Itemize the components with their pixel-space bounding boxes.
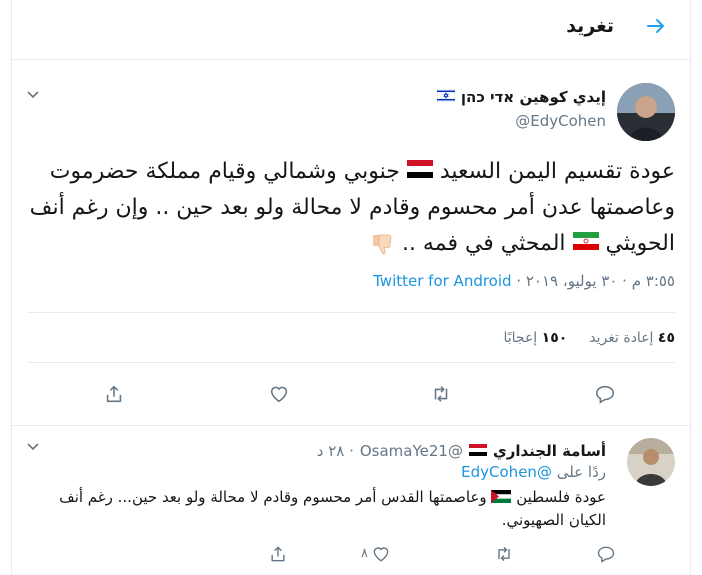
author-name[interactable]: إيدي كوهين אדי כהן	[436, 88, 606, 106]
tweet-stats: ٤٥ إعادة تغريد ١٥٠ إعجابًا	[503, 330, 675, 346]
reply-icon[interactable]	[596, 544, 616, 564]
author-handle[interactable]: @EdyCohen	[515, 112, 606, 130]
yemen-flag-icon	[468, 442, 487, 460]
reply-icon[interactable]	[594, 383, 616, 405]
likes-count: ١٥٠	[541, 330, 568, 346]
tweet-column: تغريد إيدي كوهين אדי כהן @EdyCohen عودة …	[11, 0, 691, 575]
author-name-text: إيدي كوهين אדי כהן	[460, 88, 606, 106]
share-icon[interactable]	[103, 383, 125, 405]
like-heart-icon[interactable]	[371, 544, 391, 564]
page-title: تغريد	[566, 15, 614, 37]
tweet-source-link[interactable]: Twitter for Android	[373, 272, 511, 290]
chevron-down-icon[interactable]	[26, 88, 40, 102]
replying-to-link[interactable]: @EdyCohen	[461, 463, 552, 481]
main-tweet: إيدي كوهين אדי כהן @EdyCohen عودة تقسيم …	[12, 60, 690, 426]
retweets-label: إعادة تغريد	[589, 330, 654, 346]
reply-author-handle[interactable]: @OsamaYe21	[360, 442, 463, 460]
yemen-flag-icon	[406, 154, 433, 190]
reply-timestamp[interactable]: · ٢٨ د	[317, 442, 354, 460]
like-heart-icon[interactable]	[268, 383, 290, 405]
author-avatar[interactable]	[617, 83, 675, 141]
chevron-down-icon[interactable]	[26, 440, 40, 454]
tweet-meta: ٣:٥٥ م · ٣٠ يوليو، ٢٠١٩ · Twitter for An…	[373, 272, 675, 290]
replying-label: ردًا على	[556, 463, 606, 481]
tweet-text-part-3: المحثي في فمه ..	[401, 231, 566, 256]
reply-author-avatar[interactable]	[627, 438, 675, 486]
tweet-text-part-1: عودة تقسيم اليمن السعيد	[439, 159, 675, 184]
reply-likes-count: ٨	[361, 546, 368, 561]
iran-flag-icon	[572, 226, 599, 262]
retweet-icon[interactable]	[494, 544, 514, 564]
reply-tweet[interactable]: أسامة الجنداري @OsamaYe21 · ٢٨ د ردًا عل…	[12, 426, 690, 575]
thumbs-down-icon	[369, 231, 395, 256]
likes-label: إعجابًا	[503, 330, 538, 346]
reply-author-name[interactable]: أسامة الجنداري	[493, 442, 606, 460]
retweet-icon[interactable]	[430, 383, 452, 405]
retweets-count: ٤٥	[657, 330, 675, 346]
retweets-stat[interactable]: ٤٥ إعادة تغريد	[589, 330, 675, 346]
page-header: تغريد	[12, 0, 690, 60]
divider	[27, 362, 675, 363]
israel-flag-icon	[436, 88, 455, 106]
share-icon[interactable]	[268, 544, 288, 564]
tweet-timestamp[interactable]: ٣:٥٥ م · ٣٠ يوليو، ٢٠١٩ ·	[516, 272, 675, 290]
tweet-text: عودة تقسيم اليمن السعيد جنوبي وشمالي وقي…	[25, 154, 675, 262]
reply-text: عودة فلسطين وعاصمتها القدس أمر محسوم وقا…	[36, 486, 606, 531]
reply-text-part-1: عودة فلسطين	[516, 488, 606, 506]
replying-to: ردًا على @EdyCohen	[461, 463, 606, 481]
palestine-flag-icon	[491, 487, 512, 509]
back-arrow-icon[interactable]	[644, 14, 668, 38]
reply-author-line: أسامة الجنداري @OsamaYe21 · ٢٨ د	[317, 442, 606, 460]
divider	[27, 312, 675, 313]
likes-stat[interactable]: ١٥٠ إعجابًا	[503, 330, 567, 346]
